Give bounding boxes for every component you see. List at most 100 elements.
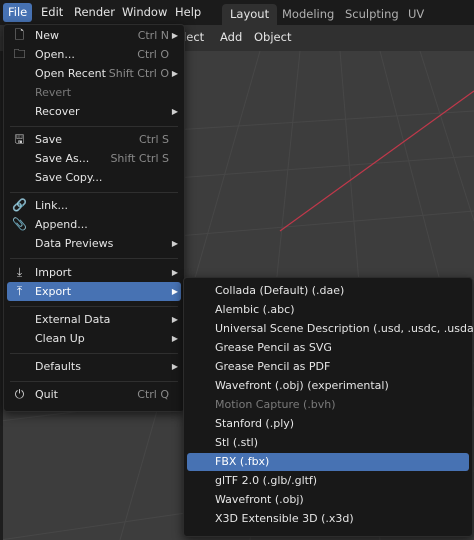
menu-item-label: Revert — [35, 86, 72, 99]
export-item-label: Universal Scene Description (.usd, .usdc… — [215, 322, 474, 335]
menu-item-new[interactable]: 🗋 New Ctrl N ▶ — [7, 26, 181, 45]
tab-uv-editing[interactable]: UV Editing — [400, 4, 474, 42]
export-x3d[interactable]: X3D Extensible 3D (.x3d) — [187, 510, 469, 528]
menu-item-save-copy[interactable]: Save Copy... — [7, 168, 181, 187]
menu-item-label: Save — [35, 133, 63, 146]
menu-item-label: Recover — [35, 105, 80, 118]
menu-item-save[interactable]: 🖫 Save Ctrl S — [7, 130, 181, 149]
shortcut-label: Ctrl O — [137, 48, 169, 61]
shortcut-label: Ctrl S — [138, 133, 169, 146]
menu-item-label: Defaults — [35, 360, 81, 373]
menu-separator — [10, 381, 178, 382]
tab-modeling[interactable]: Modeling — [274, 4, 342, 25]
menu-item-quit[interactable]: ⏻ Quit Ctrl Q — [7, 385, 181, 404]
save-icon: 🖫 — [14, 132, 25, 146]
export-motion-capture: Motion Capture (.bvh) — [187, 396, 469, 414]
menu-separator — [10, 306, 178, 307]
export-item-label: Stl (.stl) — [215, 436, 259, 449]
export-fbx[interactable]: FBX (.fbx) — [187, 453, 469, 471]
export-stanford[interactable]: Stanford (.ply) — [187, 415, 469, 433]
export-item-label: Stanford (.ply) — [215, 417, 295, 430]
menu-item-import[interactable]: ⤓ Import ▶ — [7, 263, 181, 282]
export-wavefront-experimental[interactable]: Wavefront (.obj) (experimental) — [187, 377, 469, 395]
menu-item-external-data[interactable]: External Data ▶ — [7, 310, 181, 329]
export-item-label: Motion Capture (.bvh) — [215, 398, 336, 411]
export-submenu: Collada (Default) (.dae) Alembic (.abc) … — [183, 277, 474, 537]
shortcut-label: Ctrl Q — [137, 388, 169, 401]
export-stl[interactable]: Stl (.stl) — [187, 434, 469, 452]
submenu-arrow-icon: ▶ — [171, 239, 178, 248]
menu-item-label: Data Previews — [35, 237, 114, 250]
menu-item-open-recent[interactable]: Open Recent Shift Ctrl O ▶ — [7, 64, 181, 83]
export-item-label: Grease Pencil as SVG — [215, 341, 332, 354]
menu-edit[interactable]: Edit — [36, 3, 68, 22]
export-gltf[interactable]: glTF 2.0 (.glb/.gltf) — [187, 472, 469, 490]
menu-separator — [10, 258, 178, 259]
tab-layout[interactable]: Layout — [222, 4, 278, 25]
export-grease-pencil-svg[interactable]: Grease Pencil as SVG — [187, 339, 469, 357]
file-menu: 🗋 New Ctrl N ▶ 🗀 Open... Ctrl O Open Rec… — [3, 24, 185, 412]
export-item-label: X3D Extensible 3D (.x3d) — [215, 512, 354, 525]
tab-sculpting[interactable]: Sculpting — [337, 4, 407, 25]
new-file-icon: 🗋 — [14, 28, 25, 42]
export-grease-pencil-pdf[interactable]: Grease Pencil as PDF — [187, 358, 469, 376]
menu-item-label: New — [35, 29, 59, 42]
menu-file[interactable]: File — [3, 3, 33, 22]
export-icon: ⤒ — [16, 284, 23, 298]
menu-item-append[interactable]: 📎 Append... — [7, 215, 181, 234]
export-alembic[interactable]: Alembic (.abc) — [187, 301, 469, 319]
export-item-label: Grease Pencil as PDF — [215, 360, 331, 373]
menu-item-export[interactable]: ⤒ Export ▶ — [7, 282, 181, 301]
submenu-arrow-icon: ▶ — [171, 362, 178, 371]
menu-window[interactable]: Window — [117, 3, 172, 22]
menu-item-label: Open Recent — [35, 67, 106, 80]
top-bar: File Edit Render Window Help Layout Mode… — [0, 0, 474, 42]
menu-item-recover[interactable]: Recover ▶ — [7, 102, 181, 121]
menu-item-revert: Revert — [7, 83, 181, 102]
shortcut-label: Shift Ctrl O — [108, 67, 169, 80]
menu-item-link[interactable]: 🔗 Link... — [7, 196, 181, 215]
menu-help[interactable]: Help — [170, 3, 206, 22]
menu-item-label: Export — [35, 285, 72, 298]
menu-item-label: External Data — [35, 313, 111, 326]
menu-item-open[interactable]: 🗀 Open... Ctrl O — [7, 45, 181, 64]
export-item-label: FBX (.fbx) — [215, 455, 270, 468]
add-menu[interactable]: Add — [220, 30, 242, 44]
export-usd[interactable]: Universal Scene Description (.usd, .usdc… — [187, 320, 474, 338]
menu-separator — [10, 126, 178, 127]
export-item-label: Collada (Default) (.dae) — [215, 284, 345, 297]
export-collada[interactable]: Collada (Default) (.dae) — [187, 282, 469, 300]
link-icon: 🔗 — [12, 198, 27, 212]
power-icon: ⏻ — [14, 387, 25, 401]
shortcut-label: Ctrl N — [137, 29, 169, 42]
folder-icon: 🗀 — [13, 47, 26, 61]
append-icon: 📎 — [12, 217, 27, 231]
menu-item-label: Clean Up — [35, 332, 85, 345]
menu-render[interactable]: Render — [69, 3, 120, 22]
submenu-arrow-icon: ▶ — [171, 31, 178, 40]
menu-item-label: Append... — [35, 218, 88, 231]
export-item-label: Wavefront (.obj) (experimental) — [215, 379, 389, 392]
export-item-label: Wavefront (.obj) — [215, 493, 304, 506]
export-item-label: Alembic (.abc) — [215, 303, 295, 316]
menu-item-label: Quit — [35, 388, 58, 401]
submenu-arrow-icon: ▶ — [171, 69, 178, 78]
submenu-arrow-icon: ▶ — [171, 334, 178, 343]
object-menu[interactable]: Object — [254, 30, 291, 44]
menu-item-clean-up[interactable]: Clean Up ▶ — [7, 329, 181, 348]
x-axis-line — [279, 90, 474, 232]
menu-separator — [10, 353, 178, 354]
export-wavefront[interactable]: Wavefront (.obj) — [187, 491, 469, 509]
submenu-arrow-icon: ▶ — [171, 107, 178, 116]
submenu-arrow-icon: ▶ — [171, 287, 178, 296]
menu-item-label: Link... — [35, 199, 69, 212]
menu-item-save-as[interactable]: Save As... Shift Ctrl S — [7, 149, 181, 168]
menu-item-label: Save Copy... — [35, 171, 103, 184]
export-item-label: glTF 2.0 (.glb/.gltf) — [215, 474, 318, 487]
menu-item-label: Import — [35, 266, 72, 279]
menu-item-data-previews[interactable]: Data Previews ▶ — [7, 234, 181, 253]
shortcut-label: Shift Ctrl S — [110, 152, 169, 165]
menu-item-label: Open... — [35, 48, 75, 61]
submenu-arrow-icon: ▶ — [171, 315, 178, 324]
menu-item-defaults[interactable]: Defaults ▶ — [7, 357, 181, 376]
